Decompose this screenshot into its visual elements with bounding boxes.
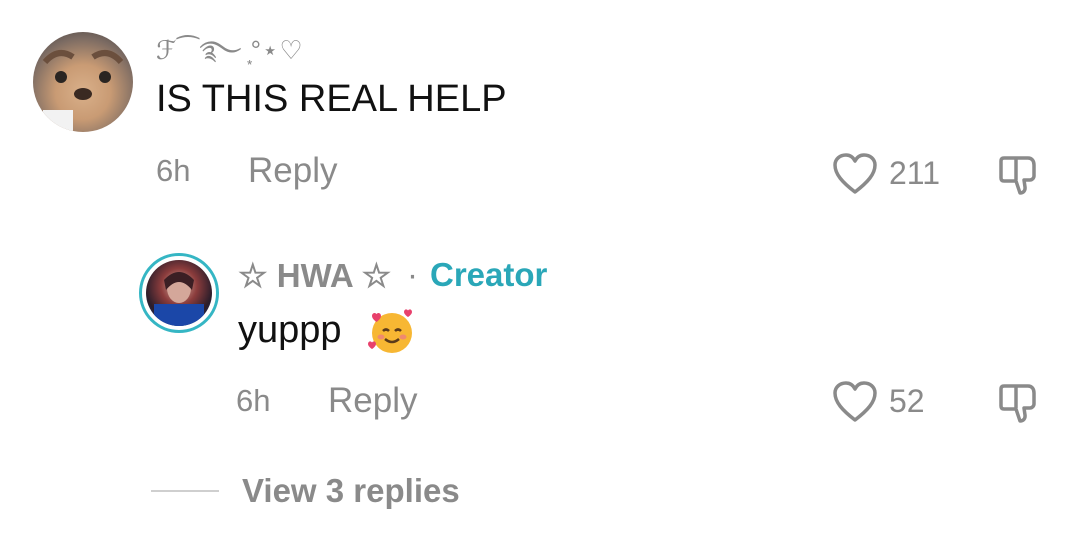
creator-username[interactable]: ☆ HWA ☆ — [238, 256, 391, 295]
creator-avatar[interactable] — [146, 260, 212, 326]
like-count: 211 — [889, 155, 941, 191]
reply-text: yuppp — [238, 309, 342, 351]
replies-divider — [151, 490, 219, 492]
reply-button[interactable]: Reply — [248, 151, 337, 191]
creator-badge: Creator — [430, 256, 548, 293]
commenter-avatar[interactable] — [33, 32, 133, 132]
reply-timestamp: 6h — [236, 383, 271, 418]
separator-dot: · — [407, 256, 418, 293]
heart-icon[interactable] — [832, 380, 878, 424]
comment-timestamp: 6h — [156, 153, 191, 188]
like-count: 52 — [889, 383, 925, 419]
thumbs-down-icon[interactable] — [998, 380, 1042, 424]
smiling-face-with-hearts-icon — [366, 306, 416, 356]
comment-text: IS THIS REAL HELP — [156, 78, 507, 120]
heart-icon[interactable] — [832, 152, 878, 196]
reply-button[interactable]: Reply — [328, 381, 417, 421]
view-replies-button[interactable]: View 3 replies — [242, 472, 460, 510]
thumbs-down-icon[interactable] — [998, 152, 1042, 196]
